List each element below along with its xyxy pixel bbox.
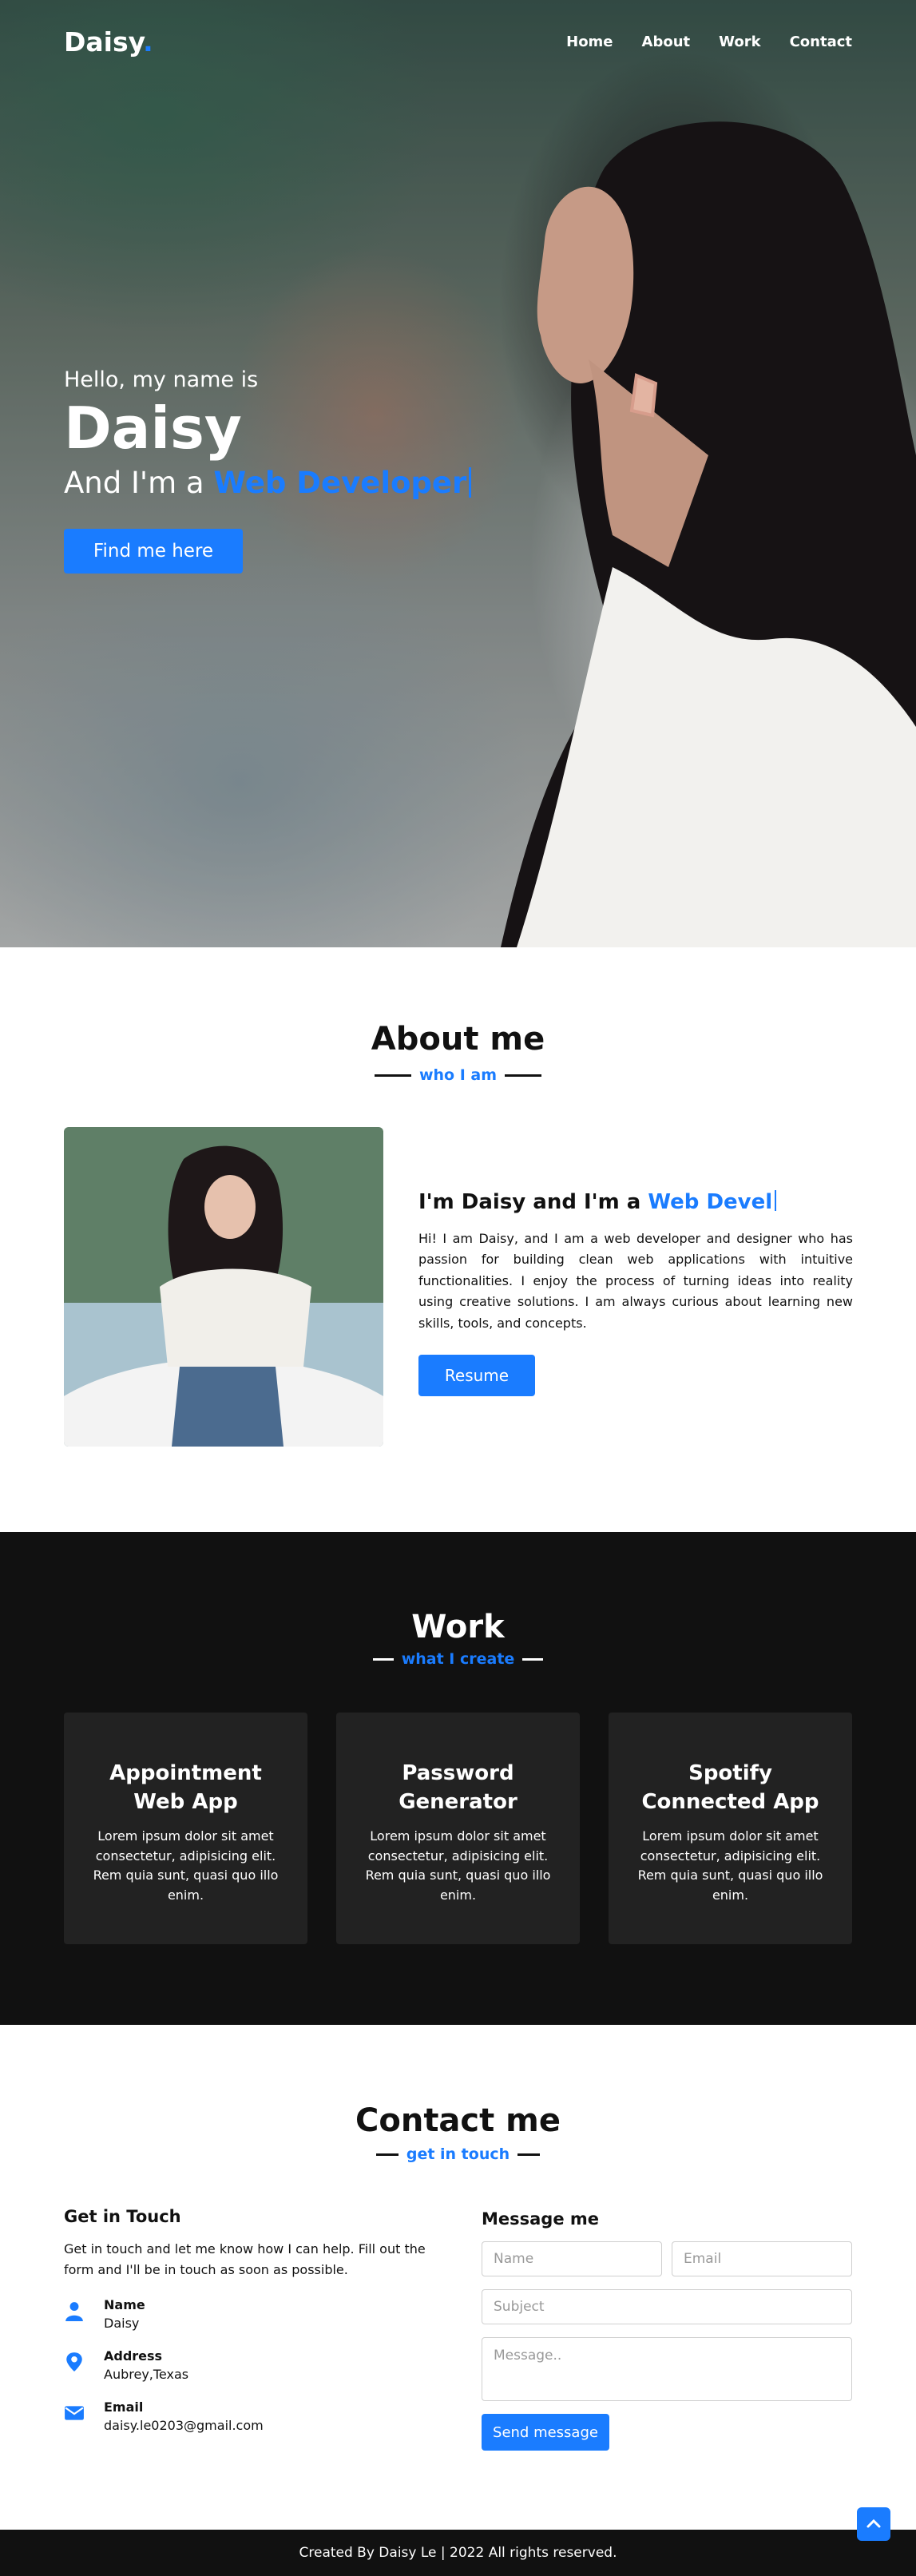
work-title: Work bbox=[411, 1609, 505, 1645]
work-card[interactable]: Spotify Connected App Lorem ipsum dolor … bbox=[609, 1713, 852, 1944]
contact-subtitle: get in touch bbox=[0, 2145, 916, 2163]
about-content: I'm Daisy and I'm a Web Devel Hi! I am D… bbox=[418, 1190, 853, 1396]
subject-field[interactable] bbox=[482, 2289, 852, 2324]
message-me-heading: Message me bbox=[482, 2209, 600, 2229]
hero-text: Hello, my name is Daisy And I'm a Web De… bbox=[64, 367, 472, 500]
hero-portrait-image bbox=[501, 121, 916, 947]
scroll-to-top-button[interactable] bbox=[857, 2507, 890, 2541]
work-card-description: Lorem ipsum dolor sit amet consectetur, … bbox=[93, 1828, 279, 1903]
typed-role: Web Developer bbox=[213, 465, 467, 500]
message-form: Message me Send message bbox=[482, 2209, 852, 2451]
work-card[interactable]: Appointment Web App Lorem ipsum dolor si… bbox=[64, 1713, 307, 1944]
info-label: Name bbox=[104, 2297, 145, 2313]
nav-link-contact[interactable]: Contact bbox=[790, 34, 852, 50]
about-paragraph: Hi! I am Daisy, and I am a web developer… bbox=[418, 1231, 853, 1331]
work-card-title: Appointment Web App bbox=[109, 1761, 262, 1815]
work-card-description: Lorem ipsum dolor sit amet consectetur, … bbox=[637, 1828, 823, 1903]
footer: Created By Daisy Le | 2022 All rights re… bbox=[0, 2530, 916, 2576]
about-heading: I'm Daisy and I'm a Web Devel bbox=[418, 1190, 853, 1214]
nav-link-about[interactable]: About bbox=[642, 34, 691, 50]
footer-text: Created By Daisy Le | 2022 All rights re… bbox=[299, 2545, 617, 2561]
info-label: Address bbox=[104, 2348, 163, 2364]
message-field[interactable] bbox=[482, 2337, 852, 2401]
work-section: Work what I create Appointment Web App L… bbox=[0, 1532, 916, 2025]
chevron-up-icon bbox=[866, 2518, 881, 2528]
envelope-icon bbox=[65, 2406, 84, 2420]
send-message-button[interactable]: Send message bbox=[482, 2414, 609, 2451]
name-field[interactable] bbox=[482, 2241, 662, 2276]
find-me-button[interactable]: Find me here bbox=[64, 529, 243, 574]
logo[interactable]: Daisy. bbox=[64, 26, 153, 58]
nav-links: Home About Work Contact bbox=[566, 34, 852, 50]
info-label: Email bbox=[104, 2399, 144, 2415]
work-card-title: Password Generator bbox=[399, 1761, 517, 1815]
typed-about-role: Web Devel bbox=[648, 1190, 773, 1214]
nav-link-work[interactable]: Work bbox=[719, 34, 760, 50]
email-field[interactable] bbox=[672, 2241, 852, 2276]
contact-address-row: Address Aubrey,Texas bbox=[64, 2348, 447, 2382]
contact-intro: Get in touch and let me know how I can h… bbox=[64, 2241, 426, 2277]
contact-name-row: Name Daisy bbox=[64, 2297, 447, 2331]
info-value: daisy.le0203@gmail.com bbox=[104, 2418, 264, 2434]
map-pin-icon bbox=[66, 2352, 82, 2372]
work-card-description: Lorem ipsum dolor sit amet consectetur, … bbox=[365, 1828, 551, 1903]
about-subtitle: who I am bbox=[0, 1066, 916, 1084]
contact-title: Contact me bbox=[355, 2102, 561, 2139]
about-typing-cursor bbox=[775, 1190, 777, 1211]
contact-email-row: Email daisy.le0203@gmail.com bbox=[64, 2399, 447, 2433]
hero-role: And I'm a Web Developer bbox=[64, 465, 472, 500]
get-in-touch-heading: Get in Touch bbox=[64, 2207, 181, 2226]
hero-section: Daisy. Home About Work Contact Hello, my… bbox=[0, 0, 916, 947]
contact-info: Get in Touch Get in touch and let me kno… bbox=[64, 2207, 447, 2433]
work-subtitle: what I create bbox=[0, 1650, 916, 1668]
nav-link-home[interactable]: Home bbox=[566, 34, 613, 50]
info-value: Daisy bbox=[104, 2316, 140, 2332]
about-photo bbox=[64, 1127, 383, 1447]
user-icon bbox=[65, 2302, 83, 2322]
hero-name: Daisy bbox=[64, 395, 242, 462]
work-card-title: Spotify Connected App bbox=[641, 1761, 819, 1815]
work-card[interactable]: Password Generator Lorem ipsum dolor sit… bbox=[336, 1713, 580, 1944]
about-title: About me bbox=[371, 1021, 545, 1058]
info-value: Aubrey,Texas bbox=[104, 2367, 189, 2383]
resume-button[interactable]: Resume bbox=[418, 1354, 535, 1396]
navbar: Daisy. Home About Work Contact bbox=[64, 24, 852, 59]
typing-cursor bbox=[469, 466, 472, 498]
hero-greeting: Hello, my name is bbox=[64, 367, 259, 392]
